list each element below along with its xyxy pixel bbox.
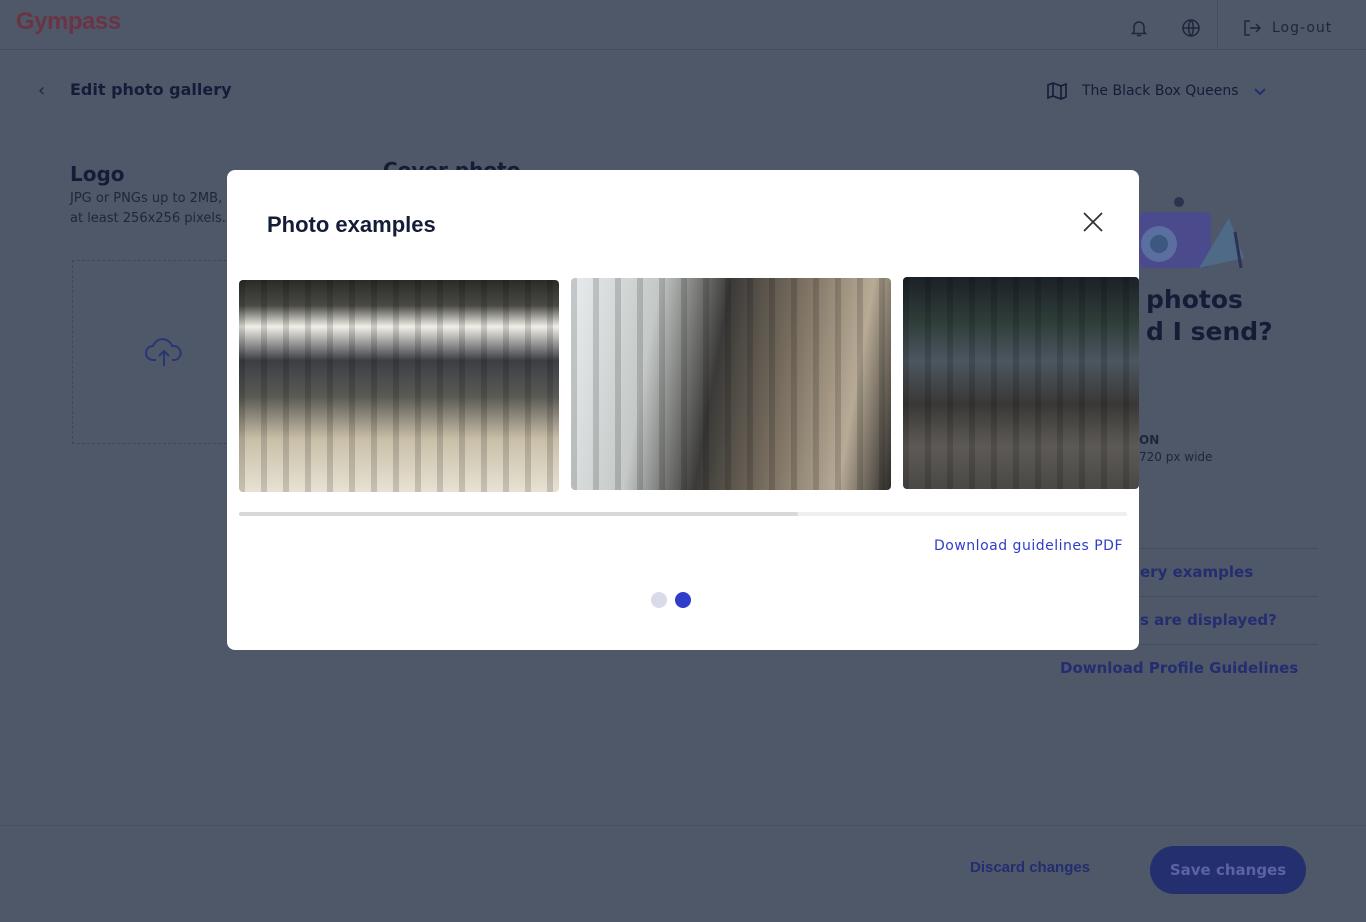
help-title: photos d I send? bbox=[1146, 284, 1273, 348]
discard-changes-button[interactable]: Discard changes bbox=[970, 859, 1090, 876]
help-title-line: photos bbox=[1146, 285, 1243, 314]
close-icon[interactable] bbox=[1081, 210, 1105, 234]
example-photo bbox=[571, 278, 891, 490]
scrollbar-thumb[interactable] bbox=[239, 512, 799, 516]
page-title: Edit photo gallery bbox=[70, 80, 232, 99]
example-photo bbox=[239, 280, 559, 492]
resolution-label: ON bbox=[1139, 433, 1160, 447]
upload-cloud-icon bbox=[145, 338, 182, 366]
logout-label: Log-out bbox=[1272, 20, 1333, 36]
logo-section-title: Logo bbox=[70, 162, 125, 186]
logout-button[interactable]: Log-out bbox=[1242, 18, 1332, 38]
photo-examples-modal: Photo examples Download guidelines PDF bbox=[227, 170, 1139, 650]
carousel-scrollbar[interactable] bbox=[239, 512, 1127, 516]
gympass-logo[interactable]: Gympass bbox=[16, 8, 121, 36]
top-bar: Gympass Log-out bbox=[0, 0, 1366, 50]
resolution-desc: 720 px wide bbox=[1139, 450, 1213, 464]
example-photo bbox=[903, 277, 1139, 489]
footer-divider bbox=[0, 825, 1366, 826]
logo-section-desc: JPG or PNGs up to 2MB, at least 256x256 p… bbox=[70, 189, 226, 229]
gym-name: The Black Box Queens bbox=[1082, 83, 1239, 99]
help-title-line: d I send? bbox=[1146, 317, 1273, 346]
pagination-dot[interactable] bbox=[675, 592, 691, 608]
desc-line: JPG or PNGs up to 2MB, bbox=[70, 191, 223, 206]
back-chevron-icon[interactable]: ‹ bbox=[38, 80, 45, 101]
pagination-dot[interactable] bbox=[651, 592, 667, 608]
divider bbox=[1217, 0, 1218, 48]
modal-title: Photo examples bbox=[267, 212, 436, 237]
download-guidelines-pdf-link[interactable]: Download guidelines PDF bbox=[934, 538, 1123, 554]
logout-icon bbox=[1244, 20, 1262, 36]
save-changes-button[interactable]: Save changes bbox=[1150, 846, 1306, 894]
camera-illustration bbox=[1139, 197, 1244, 269]
globe-icon[interactable] bbox=[1181, 18, 1201, 38]
bell-icon[interactable] bbox=[1129, 18, 1149, 38]
map-icon bbox=[1047, 82, 1067, 100]
desc-line: at least 256x256 pixels. bbox=[70, 211, 226, 226]
chevron-down-icon bbox=[1253, 88, 1266, 96]
gym-selector[interactable]: The Black Box Queens bbox=[1046, 80, 1267, 102]
pagination-dots bbox=[651, 592, 691, 608]
